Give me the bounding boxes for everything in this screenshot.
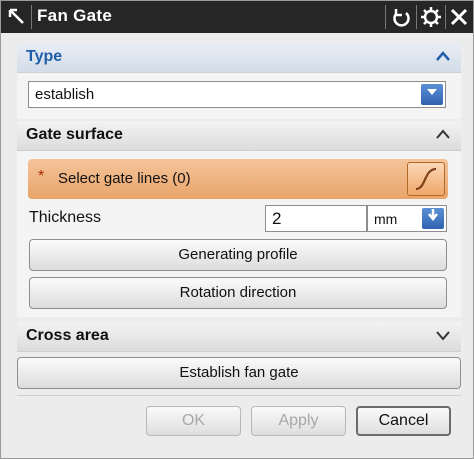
- title-separator: [385, 5, 386, 29]
- title-bar: Fan Gate: [1, 1, 473, 33]
- arrow-icon[interactable]: [5, 5, 29, 29]
- curve-icon[interactable]: [407, 162, 445, 196]
- select-gate-lines-row[interactable]: * Select gate lines (0): [28, 159, 448, 199]
- establish-fan-gate-button[interactable]: Establish fan gate: [17, 357, 461, 389]
- generating-profile-button[interactable]: Generating profile: [29, 239, 447, 271]
- type-section-title: Type: [26, 48, 63, 65]
- chevron-down-icon[interactable]: [431, 325, 455, 349]
- required-marker: *: [38, 168, 45, 185]
- title-separator: [416, 5, 417, 29]
- gear-icon[interactable]: [419, 5, 443, 29]
- close-icon[interactable]: [447, 5, 471, 29]
- select-gate-lines-label: Select gate lines (0): [58, 170, 191, 187]
- gate-surface-section-title: Gate surface: [26, 126, 123, 143]
- type-dropdown-value: establish: [35, 86, 95, 103]
- title-separator: [31, 5, 32, 29]
- reset-icon[interactable]: [389, 5, 413, 29]
- chevron-down-icon[interactable]: [421, 84, 443, 105]
- type-dropdown[interactable]: establish: [28, 81, 446, 108]
- fan-gate-dialog: Fan Gate Type establish Gate surface * S…: [0, 0, 474, 459]
- title-separator: [445, 5, 446, 29]
- apply-button[interactable]: Apply: [251, 406, 346, 436]
- type-section-header[interactable]: Type: [17, 43, 461, 73]
- arrow-down-icon[interactable]: [422, 208, 444, 229]
- thickness-value: 2: [272, 209, 282, 228]
- footer-divider: [17, 395, 461, 396]
- rotation-direction-button[interactable]: Rotation direction: [29, 277, 447, 309]
- window-title: Fan Gate: [37, 6, 113, 25]
- gate-surface-section-header[interactable]: Gate surface: [17, 121, 461, 151]
- thickness-input[interactable]: 2: [265, 205, 367, 232]
- cross-area-section-title: Cross area: [26, 327, 109, 344]
- thickness-label: Thickness: [29, 209, 102, 226]
- thickness-unit-value: mm: [374, 211, 398, 227]
- chevron-up-icon[interactable]: [431, 46, 455, 70]
- thickness-unit-dropdown[interactable]: mm: [367, 205, 447, 232]
- cancel-button[interactable]: Cancel: [356, 406, 451, 436]
- ok-button[interactable]: OK: [146, 406, 241, 436]
- chevron-up-icon[interactable]: [431, 124, 455, 148]
- cross-area-section-header[interactable]: Cross area: [17, 322, 461, 352]
